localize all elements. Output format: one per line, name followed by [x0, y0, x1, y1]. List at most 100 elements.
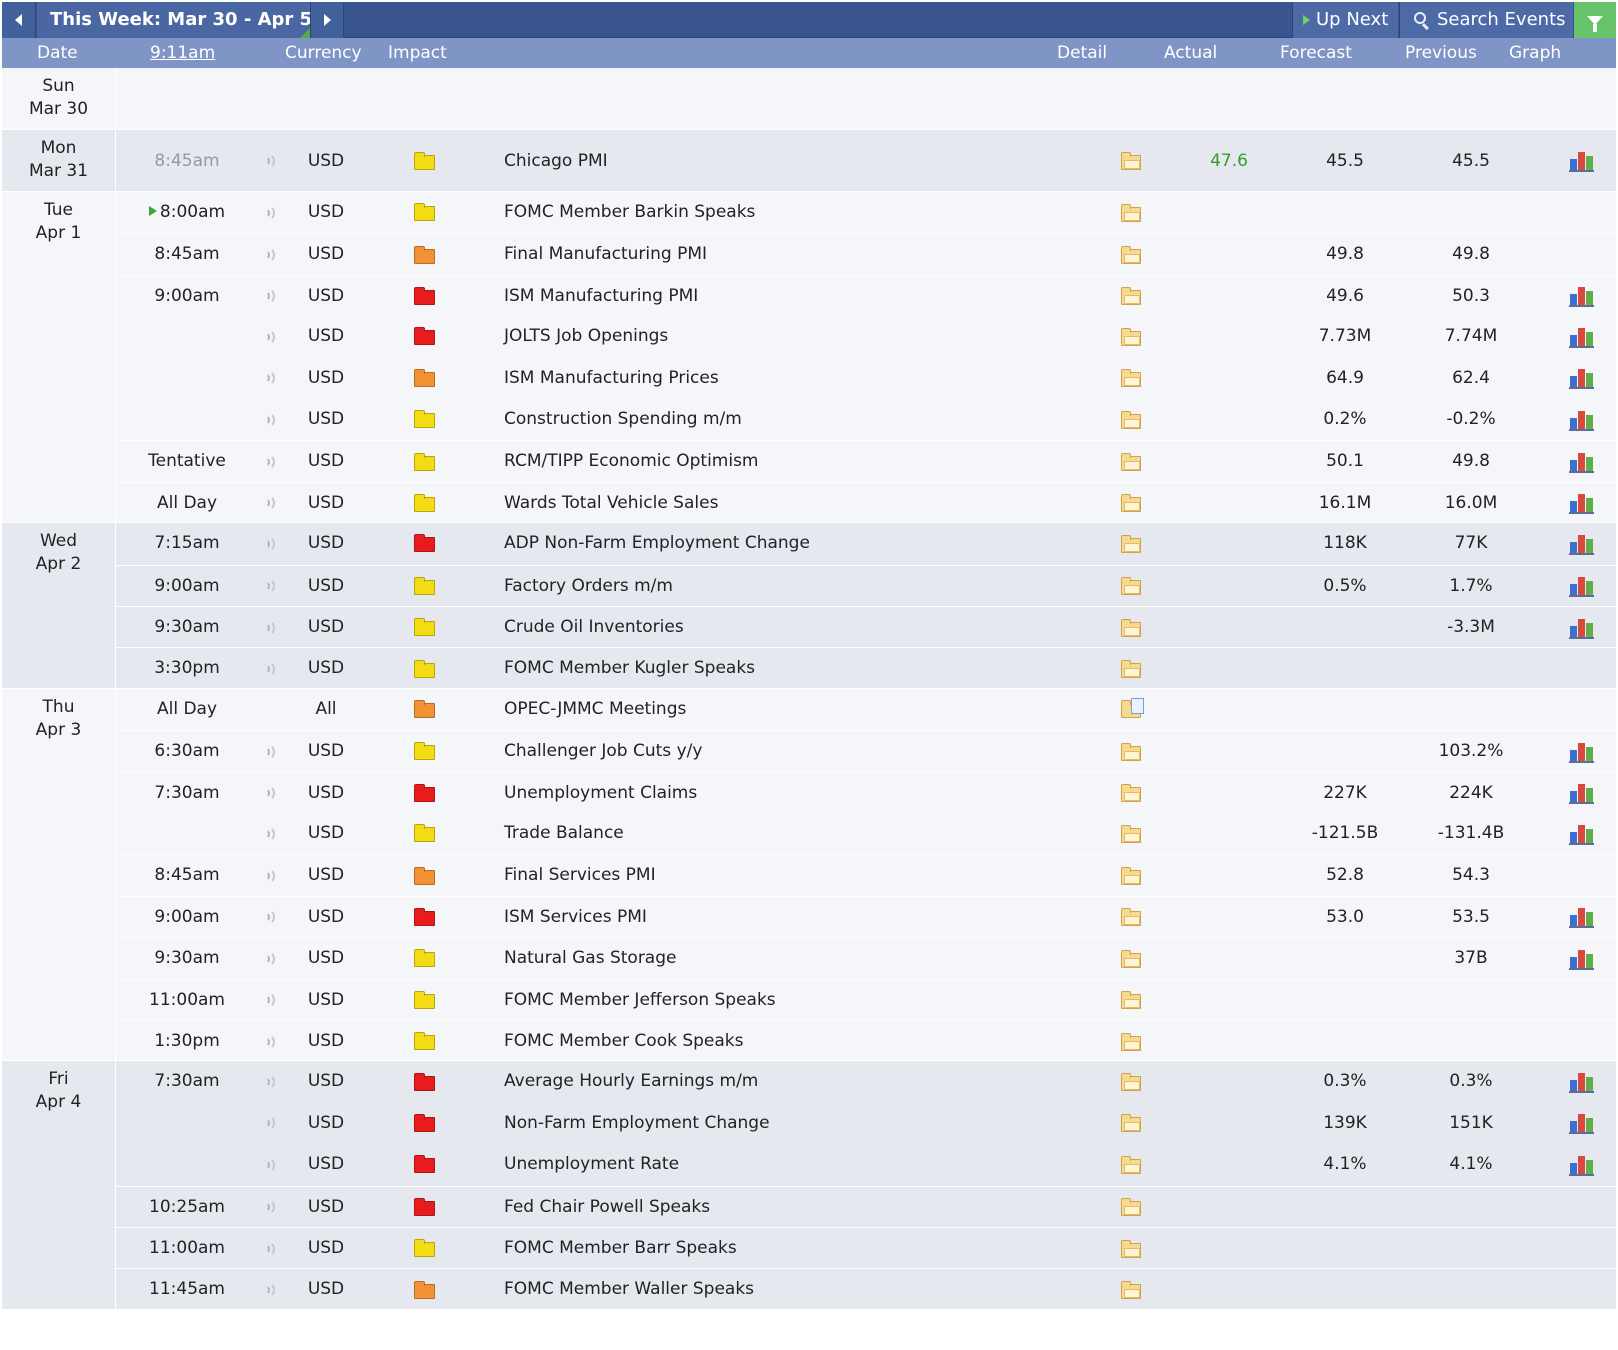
graph-cell[interactable]	[1568, 813, 1596, 854]
event-name[interactable]: ISM Manufacturing PMI	[504, 276, 1064, 317]
detail-button[interactable]	[1116, 731, 1146, 772]
event-row[interactable]: 8:45am USD Final Services PMI 52.8 54.3	[116, 854, 1616, 895]
event-row[interactable]: 11:45am USD FOMC Member Waller Speaks	[116, 1268, 1616, 1309]
event-row[interactable]: 11:00am USD FOMC Member Barr Speaks	[116, 1226, 1616, 1269]
event-name[interactable]: Final Manufacturing PMI	[504, 234, 1064, 275]
graph-cell[interactable]	[1568, 276, 1596, 317]
event-name[interactable]: FOMC Member Jefferson Speaks	[504, 980, 1064, 1021]
graph-cell[interactable]	[1568, 773, 1596, 814]
sound-alert-button[interactable]	[260, 607, 280, 648]
sound-alert-button[interactable]	[260, 316, 280, 357]
detail-button[interactable]	[1116, 607, 1146, 648]
event-row[interactable]: USD Construction Spending m/m 0.2% -0.2%	[116, 399, 1616, 440]
event-row[interactable]: USD Trade Balance -121.5B -131.4B	[116, 813, 1616, 854]
detail-button[interactable]	[1116, 773, 1146, 814]
event-row[interactable]: 7:30am USD Average Hourly Earnings m/m 0.3%…	[116, 1061, 1616, 1102]
detail-button[interactable]	[1116, 813, 1146, 854]
sound-alert-button[interactable]	[260, 483, 280, 524]
sound-alert-button[interactable]	[260, 855, 280, 896]
detail-button[interactable]	[1116, 980, 1146, 1021]
event-row[interactable]: 8:00am USD FOMC Member Barkin Speaks	[116, 192, 1616, 233]
event-name[interactable]: Natural Gas Storage	[504, 938, 1064, 979]
sound-alert-button[interactable]	[260, 938, 280, 979]
graph-cell[interactable]	[1568, 607, 1596, 648]
graph-cell[interactable]	[1568, 1061, 1596, 1102]
event-name[interactable]: Challenger Job Cuts y/y	[504, 731, 1064, 772]
event-name[interactable]: Fed Chair Powell Speaks	[504, 1187, 1064, 1228]
event-name[interactable]: JOLTS Job Openings	[504, 316, 1064, 357]
detail-button[interactable]	[1116, 648, 1146, 689]
sound-alert-button[interactable]	[260, 358, 280, 399]
event-row[interactable]: 3:30pm USD FOMC Member Kugler Speaks	[116, 647, 1616, 688]
detail-button[interactable]	[1116, 399, 1146, 440]
event-name[interactable]: Crude Oil Inventories	[504, 607, 1064, 648]
detail-button[interactable]	[1116, 1269, 1146, 1310]
sound-alert-button[interactable]	[260, 1103, 280, 1144]
event-name[interactable]: FOMC Member Waller Speaks	[504, 1269, 1064, 1310]
detail-button[interactable]	[1116, 234, 1146, 275]
next-week-button[interactable]	[310, 2, 344, 38]
event-name[interactable]: Final Services PMI	[504, 855, 1064, 896]
event-row[interactable]: 8:45am USD Chicago PMI 47.6 45.5 45.5	[116, 130, 1616, 192]
event-name[interactable]: FOMC Member Cook Speaks	[504, 1021, 1064, 1062]
sound-alert-button[interactable]	[260, 980, 280, 1021]
event-row[interactable]: 9:00am USD Factory Orders m/m 0.5% 1.7%	[116, 564, 1616, 607]
sound-alert-button[interactable]	[260, 130, 280, 192]
event-row[interactable]: 11:00am USD FOMC Member Jefferson Speaks	[116, 978, 1616, 1021]
event-name[interactable]: Trade Balance	[504, 813, 1064, 854]
event-name[interactable]: FOMC Member Kugler Speaks	[504, 648, 1064, 689]
detail-button[interactable]	[1116, 523, 1146, 564]
graph-cell[interactable]	[1568, 523, 1596, 564]
graph-cell[interactable]	[1568, 483, 1596, 524]
sound-alert-button[interactable]	[260, 773, 280, 814]
graph-cell[interactable]	[1568, 441, 1596, 482]
detail-button[interactable]	[1116, 441, 1146, 482]
sound-alert-button[interactable]	[260, 1061, 280, 1102]
event-name[interactable]: Non-Farm Employment Change	[504, 1103, 1064, 1144]
event-name[interactable]: FOMC Member Barr Speaks	[504, 1228, 1064, 1269]
filter-button[interactable]	[1574, 2, 1616, 38]
detail-button[interactable]	[1116, 130, 1146, 192]
detail-button[interactable]	[1116, 1144, 1146, 1185]
event-name[interactable]: ISM Services PMI	[504, 897, 1064, 938]
sound-alert-button[interactable]	[260, 1228, 280, 1269]
detail-button[interactable]	[1116, 483, 1146, 524]
sound-alert-button[interactable]	[260, 1187, 280, 1228]
event-row[interactable]: 9:30am USD Natural Gas Storage 37B	[116, 937, 1616, 978]
event-row[interactable]: 1:30pm USD FOMC Member Cook Speaks	[116, 1019, 1616, 1062]
event-row[interactable]: 9:00am USD ISM Services PMI 53.0 53.5	[116, 895, 1616, 938]
graph-cell[interactable]	[1568, 566, 1596, 607]
detail-button[interactable]	[1116, 1187, 1146, 1228]
sound-alert-button[interactable]	[260, 731, 280, 772]
detail-button[interactable]	[1116, 316, 1146, 357]
graph-cell[interactable]	[1568, 731, 1596, 772]
sound-alert-button[interactable]	[260, 192, 280, 233]
sound-alert-button[interactable]	[260, 566, 280, 607]
event-name[interactable]: Construction Spending m/m	[504, 399, 1064, 440]
detail-button[interactable]	[1116, 358, 1146, 399]
event-name[interactable]: OPEC-JMMC Meetings	[504, 689, 1064, 730]
detail-button[interactable]	[1116, 566, 1146, 607]
detail-button[interactable]	[1116, 192, 1146, 233]
event-row[interactable]: Tentative USD RCM/TIPP Economic Optimism 50…	[116, 440, 1616, 481]
event-name[interactable]: Chicago PMI	[504, 130, 1064, 192]
sound-alert-button[interactable]	[260, 441, 280, 482]
event-row[interactable]: USD ISM Manufacturing Prices 64.9 62.4	[116, 358, 1616, 399]
detail-button[interactable]	[1116, 689, 1146, 730]
event-name[interactable]: Wards Total Vehicle Sales	[504, 483, 1064, 524]
event-name[interactable]: ADP Non-Farm Employment Change	[504, 523, 1064, 564]
search-events-button[interactable]: Search Events	[1399, 2, 1573, 38]
graph-cell[interactable]	[1568, 1144, 1596, 1185]
event-row[interactable]: All Day USD Wards Total Vehicle Sales 16.1M…	[116, 481, 1616, 524]
sound-alert-button[interactable]	[260, 399, 280, 440]
header-time[interactable]: 9:11am	[150, 38, 215, 68]
graph-cell[interactable]	[1568, 316, 1596, 357]
event-row[interactable]: USD JOLTS Job Openings 7.73M 7.74M	[116, 316, 1616, 357]
detail-button[interactable]	[1116, 276, 1146, 317]
sound-alert-button[interactable]	[260, 276, 280, 317]
event-row[interactable]: 7:30am USD Unemployment Claims 227K 224K	[116, 771, 1616, 814]
event-name[interactable]: RCM/TIPP Economic Optimism	[504, 441, 1064, 482]
detail-button[interactable]	[1116, 938, 1146, 979]
event-name[interactable]: ISM Manufacturing Prices	[504, 358, 1064, 399]
event-name[interactable]: Factory Orders m/m	[504, 566, 1064, 607]
